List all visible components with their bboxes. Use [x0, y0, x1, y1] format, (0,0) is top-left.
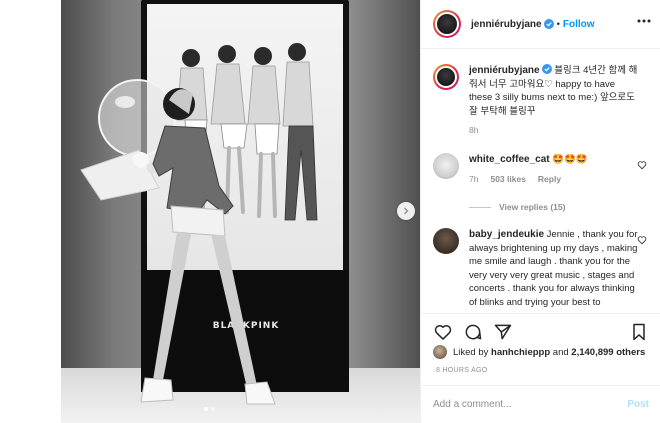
view-replies-label: View replies (15)	[499, 202, 566, 212]
more-options-icon[interactable]	[637, 19, 651, 23]
author-avatar[interactable]	[433, 10, 461, 38]
liker-avatar[interactable]	[433, 345, 447, 359]
photo-person	[80, 79, 276, 405]
carousel-dot	[211, 407, 215, 411]
likes-count[interactable]: 2,140,899 others	[571, 347, 645, 358]
likes-and: and	[552, 346, 569, 358]
carousel-indicator	[204, 407, 215, 411]
caption-time: 8h	[469, 125, 479, 135]
header-separator: •	[556, 18, 560, 30]
comment-likes[interactable]: 503 likes	[490, 173, 525, 187]
comment-item: white_coffee_cat 🤩🤩🤩 7h 503 likes Reply	[433, 153, 639, 186]
comment-like-heart-icon[interactable]	[637, 235, 647, 245]
post-header: jenniérubyjane • Follow	[421, 0, 660, 49]
paper-plane-icon[interactable]	[493, 322, 513, 342]
post-photo[interactable]: BLACKPINK	[61, 0, 420, 423]
bookmark-icon[interactable]	[629, 322, 649, 342]
caption-username[interactable]: jenniérubyjane	[469, 65, 540, 76]
likes-user[interactable]: hanhchieppp	[491, 347, 550, 358]
post-timestamp[interactable]: 8 HOURS AGO	[436, 367, 488, 374]
caption-avatar[interactable]	[433, 64, 459, 90]
author-username[interactable]: jenniérubyjane	[471, 19, 542, 30]
comment-like-heart-icon[interactable]	[637, 160, 647, 170]
comment-body: baby_jendeukie Jennie , thank you for al…	[469, 228, 639, 309]
comment-item: baby_jendeukie Jennie , thank you for al…	[433, 228, 639, 309]
follow-button[interactable]: Follow	[563, 19, 595, 30]
comment-text: Jennie , thank you for always brightenin…	[469, 229, 638, 308]
comment-reply-button[interactable]: Reply	[538, 173, 561, 187]
carousel-dot-active	[204, 407, 208, 411]
add-comment-bar: Post	[421, 385, 660, 423]
comment-text: 🤩🤩🤩	[552, 154, 588, 165]
caption-body: jenniérubyjane 블링크 4년간 함께 해줘서 너무 고마워요♡ h…	[469, 64, 639, 138]
chevron-right-icon	[404, 207, 409, 215]
likes-summary: Liked by hanhchieppp and 2,140,899 other…	[433, 345, 645, 359]
likes-prefix: Liked by	[453, 346, 489, 358]
post-side-panel: jenniérubyjane • Follow jenniérubyjane 블…	[420, 0, 660, 423]
verified-badge-icon	[541, 64, 552, 74]
caption-item: jenniérubyjane 블링크 4년간 함께 해줘서 너무 고마워요♡ h…	[433, 64, 639, 138]
heart-icon[interactable]	[433, 322, 453, 342]
comment-time: 7h	[469, 173, 479, 184]
verified-badge-icon	[543, 19, 554, 29]
comment-avatar[interactable]	[433, 153, 459, 179]
view-replies-line	[469, 206, 491, 208]
comment-avatar[interactable]	[433, 228, 459, 254]
next-photo-button[interactable]	[397, 202, 415, 220]
comment-icon[interactable]	[463, 322, 483, 342]
add-comment-input[interactable]	[433, 399, 613, 410]
comment-username[interactable]: baby_jendeukie	[469, 229, 544, 240]
comments-list: jenniérubyjane 블링크 4년간 함께 해줘서 너무 고마워요♡ h…	[421, 50, 660, 313]
comment-body: white_coffee_cat 🤩🤩🤩 7h 503 likes Reply	[469, 153, 639, 186]
view-replies-button[interactable]: View replies (15)	[469, 202, 565, 212]
post-comment-button[interactable]: Post	[627, 399, 649, 410]
instagram-post: BLACKPINK jenniérubyjane • Follow jennié…	[0, 0, 660, 423]
comment-username[interactable]: white_coffee_cat	[469, 154, 550, 165]
